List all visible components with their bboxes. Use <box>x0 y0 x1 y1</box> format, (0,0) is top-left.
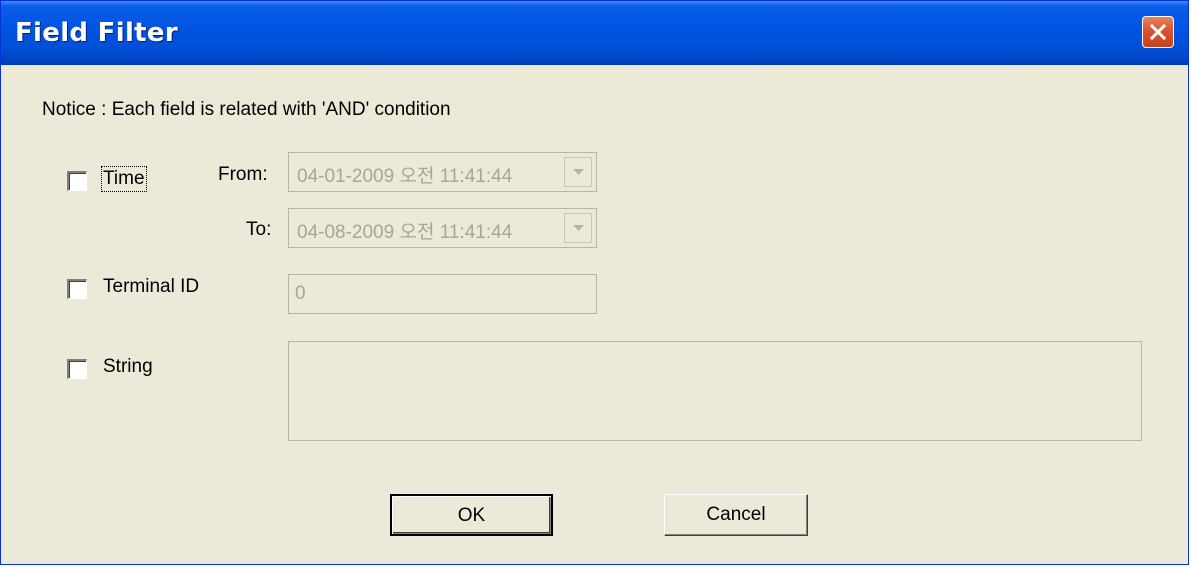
to-datetime-value: 04-08-2009 오전 11:41:44 <box>297 222 513 243</box>
cancel-button[interactable]: Cancel <box>664 494 808 536</box>
from-datetime-picker[interactable]: 04-01-2009 오전 11:41:44 <box>288 152 597 192</box>
chevron-down-icon <box>573 169 584 175</box>
terminal-id-label[interactable]: Terminal ID <box>103 276 199 298</box>
from-dropdown-button[interactable] <box>564 157 592 187</box>
close-button[interactable] <box>1142 16 1174 48</box>
string-checkbox[interactable] <box>67 359 87 379</box>
string-input[interactable] <box>288 341 1142 441</box>
close-icon <box>1149 23 1167 41</box>
title-bar[interactable]: Field Filter <box>1 1 1188 65</box>
time-label[interactable]: Time <box>101 166 147 192</box>
chevron-down-icon <box>573 225 584 231</box>
to-dropdown-button[interactable] <box>564 213 592 243</box>
field-filter-dialog: Field Filter Notice : Each field is rela… <box>0 0 1189 565</box>
from-datetime-value: 04-01-2009 오전 11:41:44 <box>297 166 513 187</box>
terminal-id-checkbox[interactable] <box>67 279 87 299</box>
to-label: To: <box>246 219 272 240</box>
string-label[interactable]: String <box>103 356 153 378</box>
ok-button[interactable]: OK <box>390 494 553 536</box>
window-title: Field Filter <box>15 18 178 48</box>
to-datetime-picker[interactable]: 04-08-2009 오전 11:41:44 <box>288 208 597 248</box>
time-checkbox[interactable] <box>67 171 87 191</box>
terminal-id-value: 0 <box>295 283 306 304</box>
terminal-id-input[interactable]: 0 <box>288 274 597 314</box>
notice-text: Notice : Each field is related with 'AND… <box>42 99 451 120</box>
from-label: From: <box>218 164 268 185</box>
